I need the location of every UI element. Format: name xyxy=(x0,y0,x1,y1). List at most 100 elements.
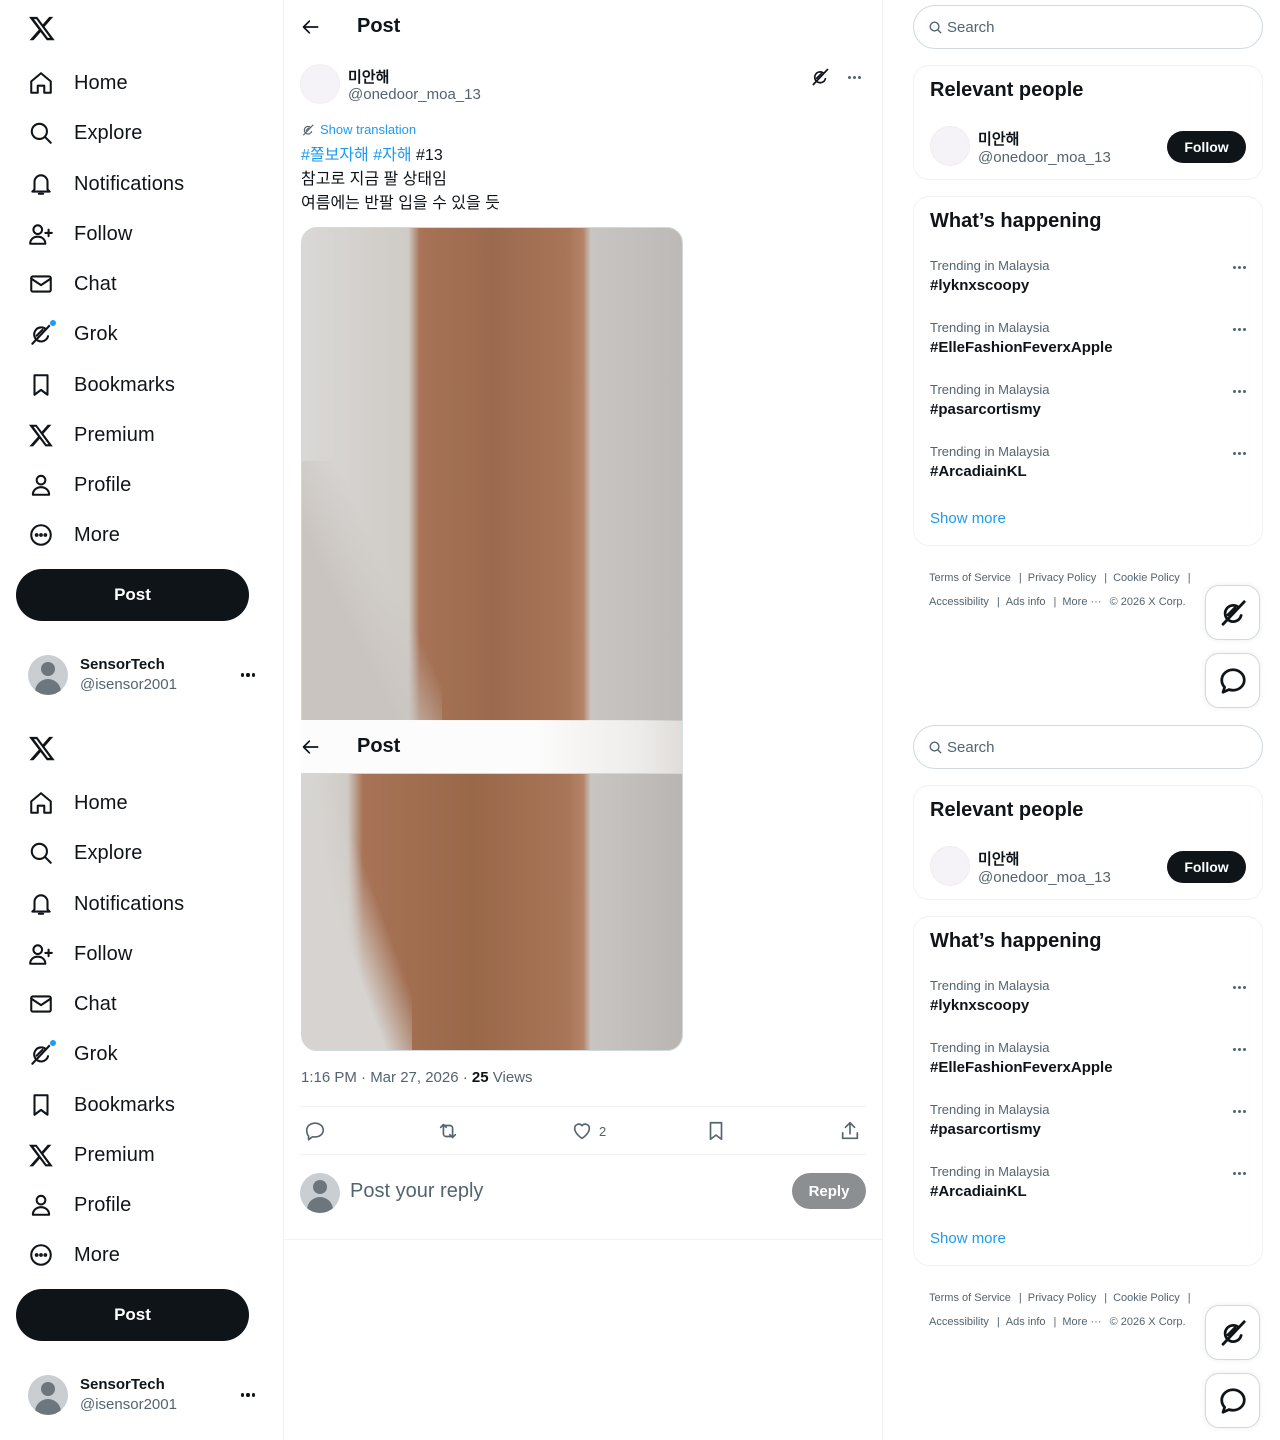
person-name[interactable]: 미안해 xyxy=(978,848,1019,869)
trend-item[interactable]: Trending in Malaysia #ArcadiainKL xyxy=(930,1164,1248,1226)
ads-info-link[interactable]: Ads info xyxy=(1006,1316,1046,1328)
more-horizontal-icon[interactable] xyxy=(238,1385,258,1405)
nav-explore[interactable]: Explore xyxy=(16,829,155,877)
person-handle[interactable]: @onedoor_moa_13 xyxy=(978,149,1111,166)
trend-item[interactable]: Trending in Malaysia #ArcadiainKL xyxy=(930,444,1248,506)
nav-profile[interactable]: Profile xyxy=(16,1181,143,1229)
more-horizontal-icon[interactable] xyxy=(1230,320,1248,338)
footer-more-link[interactable]: More ··· xyxy=(1062,596,1101,608)
nav-follow[interactable]: Follow xyxy=(16,930,144,978)
like-button[interactable]: 2 xyxy=(571,1119,606,1143)
footer-more-link[interactable]: More ··· xyxy=(1062,1316,1101,1328)
nav-label: Bookmarks xyxy=(74,373,175,396)
grok-fab-button[interactable] xyxy=(1205,585,1260,640)
more-horizontal-icon[interactable] xyxy=(1230,258,1248,276)
nav-bookmarks[interactable]: Bookmarks xyxy=(16,1081,187,1129)
terms-link[interactable]: Terms of Service xyxy=(929,572,1011,584)
account-switcher[interactable]: SensorTech @isensor2001 xyxy=(16,1368,270,1422)
chat-icon xyxy=(28,991,54,1017)
post-timestamp[interactable]: 1:16 PM · Mar 27, 2026 · xyxy=(301,1069,472,1086)
accessibility-link[interactable]: Accessibility xyxy=(929,596,989,608)
author-avatar[interactable] xyxy=(300,64,340,104)
cookie-link[interactable]: Cookie Policy xyxy=(1113,1292,1180,1304)
post-button[interactable]: Post xyxy=(16,569,249,621)
nav-grok[interactable]: Grok xyxy=(16,1030,130,1078)
author-name[interactable]: 미안해 xyxy=(348,66,389,87)
privacy-link[interactable]: Privacy Policy xyxy=(1028,1292,1096,1304)
more-horizontal-icon[interactable] xyxy=(1230,444,1248,462)
trend-item[interactable]: Trending in Malaysia #ElleFashionFeverxAp… xyxy=(930,320,1248,382)
back-arrow-icon[interactable] xyxy=(298,734,324,760)
show-more-link[interactable]: Show more xyxy=(930,1230,1006,1247)
more-horizontal-icon[interactable] xyxy=(1230,1102,1248,1120)
reply-submit-button[interactable]: Reply xyxy=(792,1173,866,1209)
more-horizontal-icon[interactable] xyxy=(1230,382,1248,400)
follow-button[interactable]: Follow xyxy=(1167,131,1246,163)
x-logo-icon[interactable] xyxy=(28,14,56,42)
post-header: Post xyxy=(284,0,882,53)
nav-profile[interactable]: Profile xyxy=(16,461,143,509)
search-input[interactable]: Search xyxy=(913,725,1263,769)
x-logo-icon[interactable] xyxy=(28,734,56,762)
search-input[interactable]: Search xyxy=(913,5,1263,49)
trend-item[interactable]: Trending in Malaysia #pasarcortismy xyxy=(930,1102,1248,1164)
trend-item[interactable]: Trending in Malaysia #ElleFashionFeverxAp… xyxy=(930,1040,1248,1102)
person-handle[interactable]: @onedoor_moa_13 xyxy=(978,869,1111,886)
accessibility-link[interactable]: Accessibility xyxy=(929,1316,989,1328)
reply-button[interactable] xyxy=(304,1119,326,1143)
nav-bookmarks[interactable]: Bookmarks xyxy=(16,361,187,409)
account-info: SensorTech @isensor2001 xyxy=(80,655,238,695)
nav-chat[interactable]: Chat xyxy=(16,980,129,1028)
nav-more[interactable]: More xyxy=(16,511,132,559)
nav-premium[interactable]: Premium xyxy=(16,411,167,459)
terms-link[interactable]: Terms of Service xyxy=(929,1292,1011,1304)
grok-fab-button[interactable] xyxy=(1205,1305,1260,1360)
show-more-link[interactable]: Show more xyxy=(930,510,1006,527)
more-horizontal-icon[interactable] xyxy=(1230,1040,1248,1058)
more-horizontal-icon[interactable] xyxy=(844,67,864,87)
nav-label: Profile xyxy=(74,1193,132,1216)
nav-premium[interactable]: Premium xyxy=(16,1131,167,1179)
post-button[interactable]: Post xyxy=(16,1289,249,1341)
grok-icon[interactable] xyxy=(810,67,830,87)
account-switcher[interactable]: SensorTech @isensor2001 xyxy=(16,648,270,702)
nav-explore[interactable]: Explore xyxy=(16,109,155,157)
nav-follow[interactable]: Follow xyxy=(16,210,144,258)
author-handle[interactable]: @onedoor_moa_13 xyxy=(348,86,481,103)
hashtag-link[interactable]: #자해 xyxy=(373,147,411,164)
nav-home[interactable]: Home xyxy=(16,779,140,827)
share-button[interactable] xyxy=(839,1119,861,1143)
post-photo[interactable] xyxy=(301,227,683,1051)
repost-button[interactable] xyxy=(437,1119,459,1143)
more-horizontal-icon[interactable] xyxy=(238,665,258,685)
trend-item[interactable]: Trending in Malaysia #lyknxscoopy xyxy=(930,978,1248,1040)
trend-item[interactable]: Trending in Malaysia #lyknxscoopy xyxy=(930,258,1248,320)
nav-chat[interactable]: Chat xyxy=(16,260,129,308)
nav-more[interactable]: More xyxy=(16,1231,132,1279)
ads-info-link[interactable]: Ads info xyxy=(1006,596,1046,608)
trend-item[interactable]: Trending in Malaysia #pasarcortismy xyxy=(930,382,1248,444)
nav-home[interactable]: Home xyxy=(16,59,140,107)
back-arrow-icon[interactable] xyxy=(298,14,324,40)
hashtag-link[interactable]: #쫄보자해 xyxy=(301,147,369,164)
follow-button[interactable]: Follow xyxy=(1167,851,1246,883)
nav-notifications[interactable]: Notifications xyxy=(16,880,196,928)
grok-icon xyxy=(301,123,315,137)
show-translation-link[interactable]: Show translation xyxy=(301,122,416,137)
chat-fab-button[interactable] xyxy=(1205,653,1260,708)
person-avatar[interactable] xyxy=(930,126,970,166)
more-horizontal-icon[interactable] xyxy=(1230,978,1248,996)
person-name[interactable]: 미안해 xyxy=(978,128,1019,149)
post-actions: 2 xyxy=(300,1106,866,1155)
cookie-link[interactable]: Cookie Policy xyxy=(1113,572,1180,584)
nav-grok[interactable]: Grok xyxy=(16,310,130,358)
more-horizontal-icon[interactable] xyxy=(1230,1164,1248,1182)
reply-icon xyxy=(304,1120,326,1142)
chat-fab-button[interactable] xyxy=(1205,1373,1260,1428)
reply-input[interactable]: Post your reply xyxy=(350,1180,483,1203)
bookmark-button[interactable] xyxy=(705,1119,727,1143)
privacy-link[interactable]: Privacy Policy xyxy=(1028,572,1096,584)
notification-dot xyxy=(49,319,57,327)
person-avatar[interactable] xyxy=(930,846,970,886)
nav-notifications[interactable]: Notifications xyxy=(16,160,196,208)
